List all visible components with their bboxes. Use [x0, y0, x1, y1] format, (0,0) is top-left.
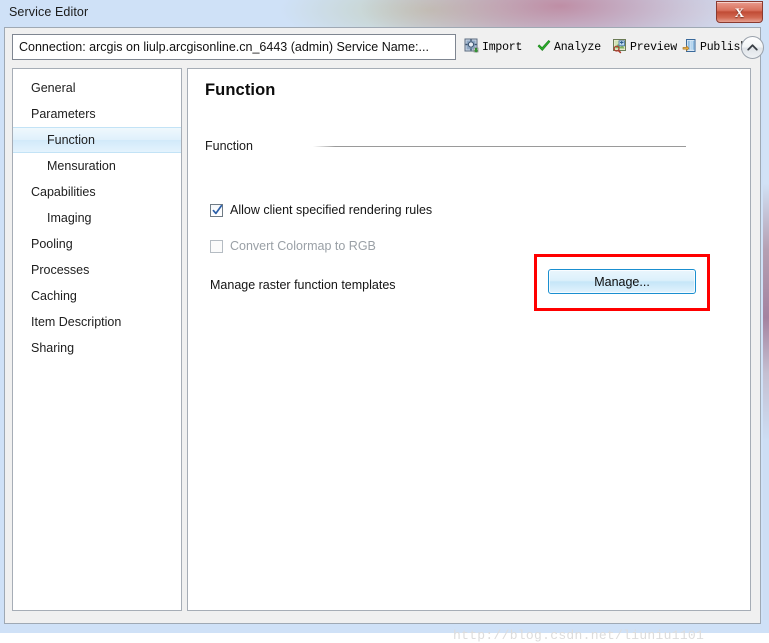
- import-button[interactable]: Import: [464, 36, 522, 58]
- group-label: Function: [205, 139, 253, 153]
- command-toolbar: Connection: arcgis on liulp.arcgisonline…: [12, 34, 764, 62]
- settings-sidebar[interactable]: General Parameters Function Mensuration Capa…: [12, 68, 182, 611]
- publish-icon: [682, 38, 698, 57]
- sidebar-item-item-description[interactable]: Item Description: [13, 309, 181, 335]
- publish-button[interactable]: Publish: [682, 36, 747, 58]
- sidebar-list: General Parameters Function Mensuration Capa…: [13, 69, 181, 361]
- preview-icon: [612, 38, 628, 57]
- preview-button[interactable]: Preview: [612, 36, 677, 58]
- window-titlebar[interactable]: Service Editor X: [0, 0, 769, 27]
- sidebar-item-processes[interactable]: Processes: [13, 257, 181, 283]
- convert-colormap-checkbox: [210, 239, 223, 253]
- analyze-button[interactable]: Analyze: [536, 36, 601, 58]
- convert-colormap-checkbox-row: Convert Colormap to RGB: [210, 239, 376, 253]
- allow-rendering-rules-checkbox[interactable]: [210, 203, 223, 217]
- sidebar-item-imaging[interactable]: Imaging: [13, 205, 181, 231]
- sidebar-item-capabilities[interactable]: Capabilities: [13, 179, 181, 205]
- sidebar-item-general[interactable]: General: [13, 75, 181, 101]
- sidebar-item-label: General: [31, 81, 76, 95]
- sidebar-item-parameters[interactable]: Parameters: [13, 101, 181, 127]
- close-button[interactable]: X: [716, 1, 763, 23]
- import-icon: [464, 38, 480, 57]
- sidebar-item-pooling[interactable]: Pooling: [13, 231, 181, 257]
- sidebar-item-label: Function: [47, 133, 95, 147]
- convert-colormap-label: Convert Colormap to RGB: [230, 239, 376, 253]
- sidebar-item-mensuration[interactable]: Mensuration: [13, 153, 181, 179]
- check-icon: [536, 38, 552, 57]
- sidebar-item-label: Caching: [31, 289, 77, 303]
- group-divider: [313, 146, 686, 147]
- sidebar-item-label: Processes: [31, 263, 90, 277]
- sidebar-item-caching[interactable]: Caching: [13, 283, 181, 309]
- sidebar-item-sharing[interactable]: Sharing: [13, 335, 181, 361]
- preview-label: Preview: [630, 40, 677, 54]
- collapse-toolbar-button[interactable]: [741, 36, 764, 59]
- sidebar-item-label: Imaging: [47, 211, 92, 225]
- window-client-area: Connection: arcgis on liulp.arcgisonline…: [4, 27, 764, 643]
- service-editor-window: Service Editor X Connection: arcgis on l…: [0, 0, 769, 643]
- close-icon: X: [734, 4, 745, 20]
- checkmark-icon: [212, 204, 223, 217]
- sidebar-item-label: Parameters: [31, 107, 96, 121]
- sidebar-item-label: Sharing: [31, 341, 75, 355]
- sidebar-item-label: Item Description: [31, 315, 122, 329]
- publish-label: Publish: [700, 40, 747, 54]
- connection-input[interactable]: Connection: arcgis on liulp.arcgisonline…: [12, 34, 456, 60]
- allow-rendering-rules-label: Allow client specified rendering rules: [230, 203, 433, 217]
- sidebar-item-label: Mensuration: [47, 159, 116, 173]
- sidebar-item-function[interactable]: Function: [13, 127, 181, 153]
- watermark-text: http://blog.csdn.net/liuniu1101: [453, 628, 705, 643]
- import-label: Import: [482, 40, 523, 54]
- manage-templates-label: Manage raster function templates: [210, 278, 396, 292]
- sidebar-item-label: Capabilities: [31, 185, 96, 199]
- allow-rendering-rules-checkbox-row[interactable]: Allow client specified rendering rules: [210, 203, 432, 217]
- window-title: Service Editor: [9, 5, 89, 19]
- page-title: Function: [205, 81, 276, 99]
- manage-button[interactable]: Manage...: [548, 269, 696, 294]
- sidebar-item-label: Pooling: [31, 237, 73, 251]
- settings-content-panel: Function Function Allow client specified…: [187, 68, 751, 611]
- analyze-label: Analyze: [554, 40, 601, 54]
